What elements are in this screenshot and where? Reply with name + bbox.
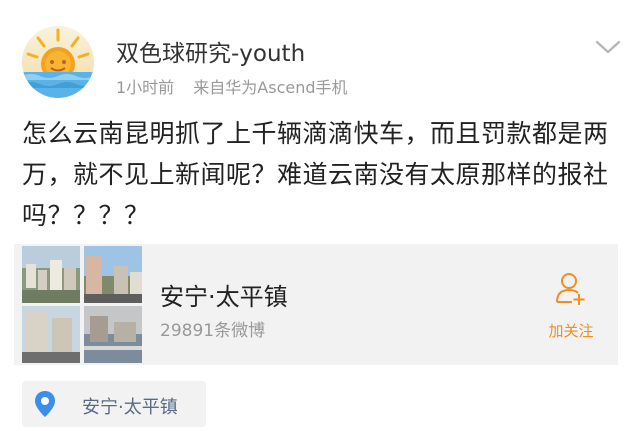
location-photo (22, 306, 80, 363)
location-photo (84, 306, 142, 363)
location-card[interactable]: 安宁·太平镇 29891条微博 加关注 (14, 244, 618, 365)
follow-button[interactable]: 加关注 (538, 268, 604, 346)
follow-button-label: 加关注 (548, 322, 594, 340)
avatar-image (22, 26, 94, 98)
chevron-down-icon[interactable] (594, 38, 622, 56)
location-tag-label: 安宁·太平镇 (82, 397, 178, 418)
add-user-icon (555, 272, 587, 306)
location-pin-icon (34, 390, 56, 418)
location-photo (22, 246, 80, 303)
user-name[interactable]: 双色球研究-youth (116, 34, 305, 68)
photo-grid (22, 246, 142, 363)
post-source[interactable]: 来自华为Ascend手机 (193, 78, 347, 97)
avatar[interactable] (22, 26, 94, 98)
location-tag[interactable]: 安宁·太平镇 (22, 381, 206, 427)
location-photo (84, 246, 142, 303)
location-card-post-count: 29891条微博 (160, 321, 266, 341)
location-card-title[interactable]: 安宁·太平镇 (160, 277, 288, 312)
post-text: 怎么云南昆明抓了上千辆滴滴快车，而且罚款都是两万，就不见上新闻呢？难道云南没有太… (22, 119, 609, 230)
post-meta: 1小时前 来自华为Ascend手机 (116, 74, 348, 98)
post-time: 1小时前 (116, 78, 175, 97)
